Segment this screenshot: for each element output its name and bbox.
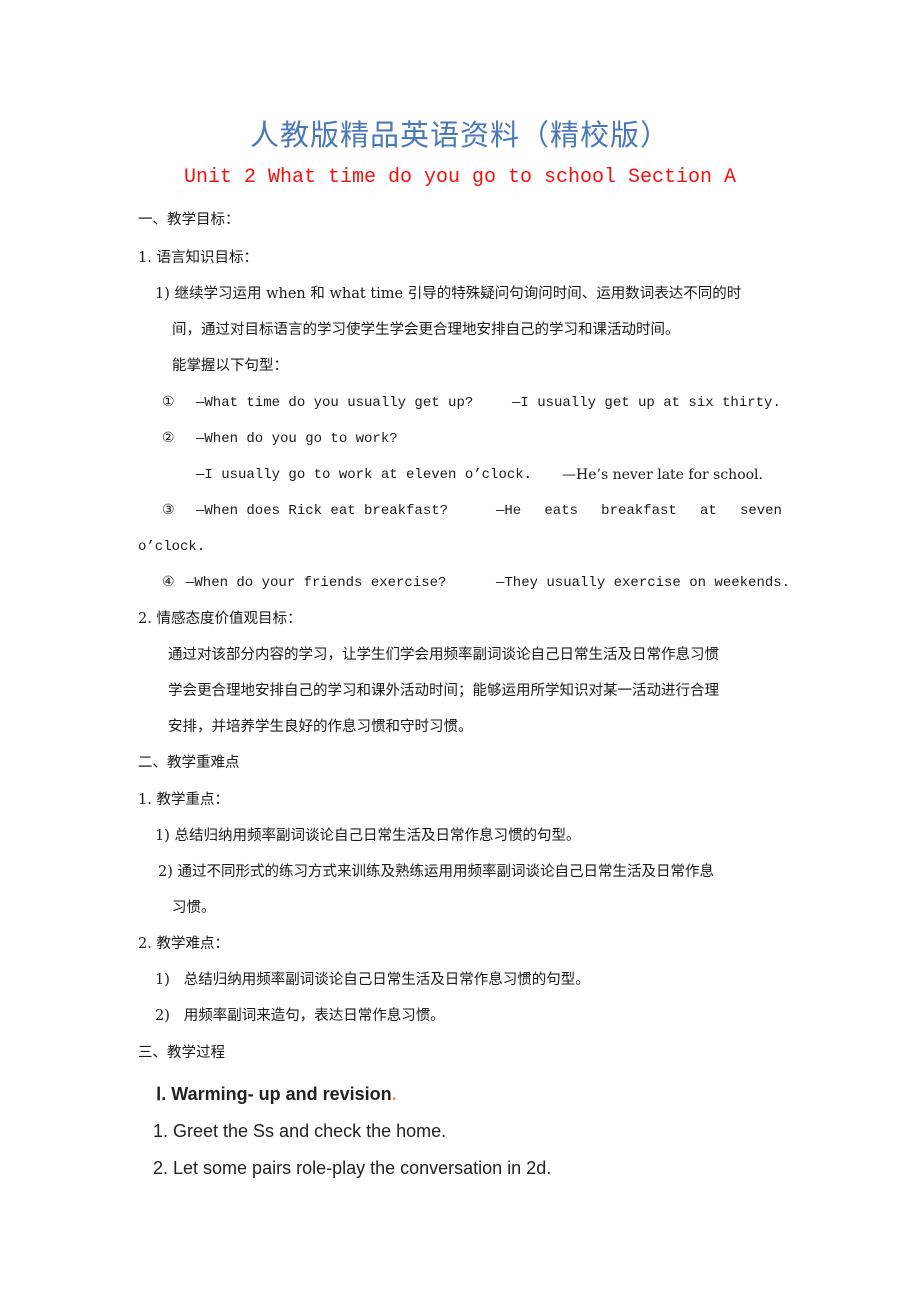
step-heading-dot: . (391, 1084, 397, 1104)
section-heading-process: 三、教学过程 (138, 1045, 225, 1061)
pattern-answer: —They usually exercise on weekends. (496, 575, 791, 591)
answer-word: at (699, 503, 717, 519)
pattern-number: ④ (162, 575, 175, 591)
language-goal-point1-line2: 间，通过对目标语言的学习使学生学会更合理地安排自己的学习和课活动时间。 (172, 322, 680, 338)
pattern-question: —When do you go to work? (196, 431, 398, 447)
answer-word: seven (739, 503, 782, 519)
answer-word: breakfast (601, 503, 677, 519)
pattern-answer: —I usually get up at six thirty. (512, 395, 781, 411)
key-point-1: 1) 总结归纳用频率副词谈论自己日常生活及日常作息习惯的句型。 (155, 828, 581, 844)
key-point-2-line2: 习惯。 (172, 900, 216, 916)
pattern-number: ② (162, 431, 175, 447)
step-item-1: 1. Greet the Ss and check the home. (153, 1121, 447, 1141)
emotion-goal-line2: 学会更合理地安排自己的学习和课外活动时间；能够运用所学知识对某一活动进行合理 (168, 683, 719, 699)
answer-word: —He (496, 503, 522, 519)
difficult-point-1: 1) 总结归纳用频率副词谈论自己日常生活及日常作息习惯的句型。 (155, 972, 590, 988)
pattern-question: —When does Rick eat breakfast? (196, 503, 449, 519)
emotion-goal-line1: 通过对该部分内容的学习，让学生们学会用频率副词谈论自己日常生活及日常作息习惯 (168, 647, 719, 663)
document-title: 人教版精品英语资料（精校版） (249, 118, 670, 152)
patterns-label: 能掌握以下句型： (172, 358, 288, 374)
pattern-question: —When do your friends exercise? (186, 575, 447, 591)
section-heading-key-difficult: 二、教学重难点 (138, 755, 240, 771)
subheading-difficult-points: 2. 教学难点： (138, 936, 229, 952)
key-point-2-line1: 2) 通过不同形式的练习方式来训练及熟练运用用频率副词谈论自己日常生活及日常作息 (158, 864, 714, 880)
document-page: 人教版精品英语资料（精校版） Unit 2 What time do you g… (0, 0, 920, 1302)
document-subtitle: Unit 2 What time do you go to school Sec… (183, 166, 737, 189)
pattern-answer: —He eats breakfast at seven (496, 501, 782, 521)
pattern-answer-extra: —He’s never late for school. (562, 467, 763, 483)
subheading-key-points: 1. 教学重点： (138, 792, 229, 808)
pattern-answer-continued: o’clock. (138, 539, 206, 555)
answer-word: eats (544, 503, 578, 519)
language-goal-point1-line1: 1) 继续学习运用 when 和 what time 引导的特殊疑问句询问时间、… (155, 286, 742, 302)
pattern-number: ① (162, 395, 175, 411)
pattern-question: —What time do you usually get up? (196, 395, 474, 411)
subheading-emotion-goal: 2. 情感态度价值观目标： (138, 611, 302, 627)
emotion-goal-line3: 安排，并培养学生良好的作息习惯和守时习惯。 (168, 719, 473, 735)
step-item-2: 2. Let some pairs role-play the conversa… (153, 1158, 552, 1178)
section-heading-goals: 一、教学目标： (138, 212, 240, 228)
pattern-answer: —I usually go to work at eleven o’clock. (196, 467, 533, 483)
subheading-language-goal: 1. 语言知识目标： (138, 250, 258, 266)
step-heading-text: Ⅰ. Warming- up and revision (156, 1084, 392, 1104)
step-heading-warming-up: Ⅰ. Warming- up and revision. (156, 1084, 397, 1105)
difficult-point-2: 2) 用频率副词来造句，表达日常作息习惯。 (155, 1008, 445, 1024)
pattern-number: ③ (162, 503, 175, 519)
